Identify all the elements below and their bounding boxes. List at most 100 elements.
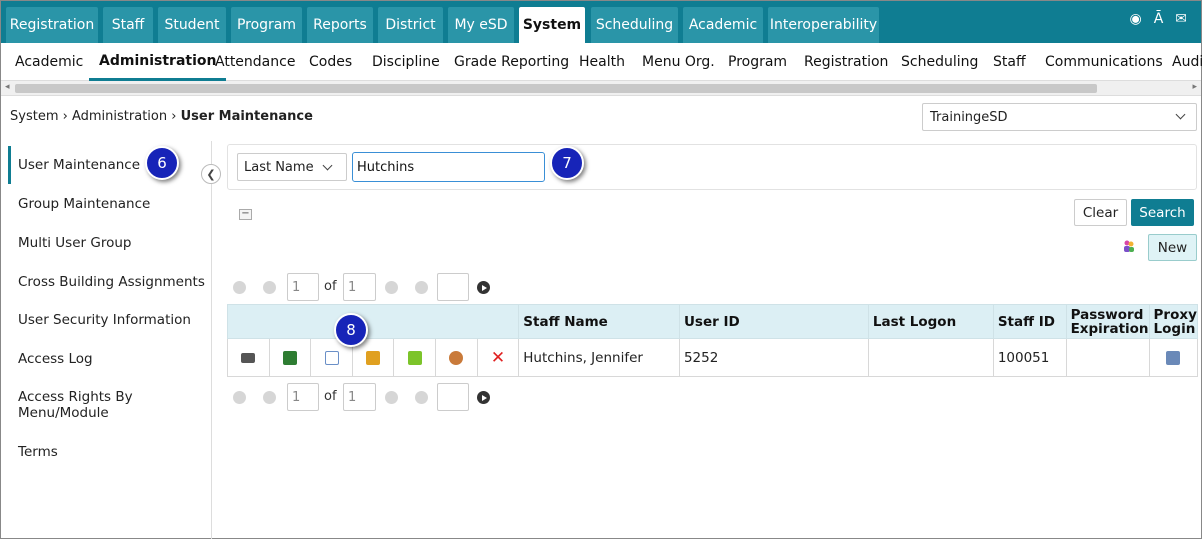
subnav-audit[interactable]: Audi	[1172, 43, 1202, 81]
subnav-health[interactable]: Health	[579, 43, 625, 81]
go-page-icon[interactable]	[477, 281, 490, 294]
sidebar-item-terms[interactable]: Terms	[18, 444, 58, 460]
subnav-administration[interactable]: Administration	[89, 43, 227, 81]
cell-staff-name: Hutchins, Jennifer	[518, 338, 680, 377]
page-number-input[interactable]: 1	[287, 273, 319, 301]
collapse-search-icon[interactable]: −	[239, 209, 252, 220]
search-field-value: Last Name	[244, 159, 314, 175]
sidebar-item-multi-user-group[interactable]: Multi User Group	[18, 235, 131, 251]
tab-interoperability[interactable]: Interoperability	[768, 7, 879, 43]
user-groups-icon[interactable]	[449, 350, 464, 365]
edit-icon[interactable]	[324, 350, 339, 365]
tab-program[interactable]: Program	[231, 7, 302, 43]
proxy-login-icon[interactable]	[1166, 350, 1181, 365]
header-last-logon[interactable]: Last Logon	[867, 304, 994, 339]
scroll-left-icon[interactable]: ◂	[5, 82, 10, 92]
go-page-icon[interactable]	[477, 391, 490, 404]
sidebar-item-access-rights[interactable]: Access Rights By Menu/Module	[18, 389, 168, 421]
breadcrumb: System › Administration › User Maintenan…	[10, 109, 313, 124]
page-number-input[interactable]: 1	[287, 383, 319, 411]
excel-export-icon[interactable]	[282, 350, 297, 365]
copy-cell	[393, 338, 437, 377]
tab-district[interactable]: District	[378, 7, 443, 43]
groups-cell	[435, 338, 478, 377]
district-select[interactable]: TrainingeSD	[922, 103, 1197, 131]
first-page-icon[interactable]	[233, 391, 246, 404]
step-badge-8: 8	[334, 313, 368, 347]
page-total: 1	[343, 383, 376, 411]
sidebar-item-user-security-information[interactable]: User Security Information	[18, 312, 191, 328]
subnav-attendance[interactable]: Attendance	[215, 43, 295, 81]
scroll-right-icon[interactable]: ▸	[1192, 82, 1197, 92]
district-select-value: TrainingeSD	[930, 109, 1008, 125]
subnav-staff[interactable]: Staff	[993, 43, 1026, 81]
last-page-icon[interactable]	[415, 391, 428, 404]
tab-system[interactable]: System	[519, 7, 585, 43]
sidebar-item-access-log[interactable]: Access Log	[18, 351, 93, 367]
pager-bottom: 1 of 1	[233, 383, 503, 411]
header-proxy-login[interactable]: Proxy Login	[1148, 304, 1199, 339]
next-page-icon[interactable]	[385, 281, 398, 294]
subnav-registration[interactable]: Registration	[804, 43, 888, 81]
sidebar-item-group-maintenance[interactable]: Group Maintenance	[18, 196, 150, 212]
sidebar: User Maintenance Group Maintenance Multi…	[1, 141, 212, 539]
tab-student[interactable]: Student	[158, 7, 226, 43]
new-button[interactable]: New	[1148, 234, 1197, 261]
subnav-codes[interactable]: Codes	[309, 43, 352, 81]
subnav-communications[interactable]: Communications	[1045, 43, 1163, 81]
collapse-sidebar-button[interactable]: ❮	[201, 164, 221, 184]
page-size-input[interactable]	[437, 383, 469, 411]
tab-reports[interactable]: Reports	[307, 7, 373, 43]
subnav-discipline[interactable]: Discipline	[372, 43, 440, 81]
search-field-select[interactable]: Last Name	[237, 153, 347, 181]
sidebar-item-user-maintenance[interactable]: User Maintenance	[18, 157, 140, 173]
page-size-input[interactable]	[437, 273, 469, 301]
prev-page-icon[interactable]	[263, 281, 276, 294]
tab-my-esd[interactable]: My eSD	[448, 7, 514, 43]
excel-cell	[268, 338, 312, 377]
cell-password-expiration	[1065, 338, 1150, 377]
print-icon[interactable]	[241, 352, 256, 363]
pager-of-label: of	[324, 389, 337, 404]
subnav-grade-reporting[interactable]: Grade Reporting	[454, 43, 569, 81]
tab-staff[interactable]: Staff	[103, 7, 153, 43]
security-icon[interactable]	[366, 350, 381, 365]
header-staff-id[interactable]: Staff ID	[992, 304, 1067, 339]
tab-scheduling[interactable]: Scheduling	[591, 7, 678, 43]
mail-icon[interactable]: ✉	[1175, 11, 1187, 27]
last-page-icon[interactable]	[415, 281, 428, 294]
next-page-icon[interactable]	[385, 391, 398, 404]
breadcrumb-system[interactable]: System	[10, 109, 58, 124]
header-user-id[interactable]: User ID	[678, 304, 869, 339]
chevron-down-icon	[1175, 109, 1186, 120]
tab-registration[interactable]: Registration	[6, 7, 98, 43]
font-size-icon[interactable]: Ā	[1154, 11, 1164, 27]
user-group-icon[interactable]	[1122, 239, 1136, 253]
subnav-menu-org[interactable]: Menu Org.	[642, 43, 715, 81]
prev-page-icon[interactable]	[263, 391, 276, 404]
search-input[interactable]	[352, 152, 545, 182]
subnav-academic[interactable]: Academic	[15, 43, 83, 81]
breadcrumb-administration[interactable]: Administration	[72, 109, 167, 124]
pager-top: 1 of 1	[233, 273, 503, 301]
subnav-scheduling[interactable]: Scheduling	[901, 43, 978, 81]
actions-header	[226, 304, 520, 339]
breadcrumb-current: User Maintenance	[180, 109, 313, 124]
tab-academic[interactable]: Academic	[683, 7, 763, 43]
header-password-expiration[interactable]: Password Expiration	[1065, 304, 1150, 339]
table-row: ✕ Hutchins, Jennifer 5252 100051	[227, 338, 1199, 377]
cell-proxy-login	[1148, 338, 1199, 377]
subnav-program[interactable]: Program	[728, 43, 787, 81]
header-staff-name[interactable]: Staff Name	[518, 304, 680, 339]
search-button[interactable]: Search	[1131, 199, 1194, 226]
user-table: Staff Name User ID Last Logon Staff ID P…	[226, 304, 1199, 377]
dashboard-icon[interactable]: ◉	[1129, 11, 1141, 27]
delete-icon[interactable]: ✕	[491, 348, 505, 368]
copy-icon[interactable]	[407, 350, 422, 365]
clear-button[interactable]: Clear	[1074, 199, 1127, 226]
sidebar-item-cross-building-assignments[interactable]: Cross Building Assignments	[18, 274, 205, 290]
scrollbar-thumb[interactable]	[15, 84, 1097, 93]
horizontal-scrollbar[interactable]: ◂ ▸	[1, 81, 1201, 96]
first-page-icon[interactable]	[233, 281, 246, 294]
breadcrumb-separator: ›	[171, 109, 177, 124]
